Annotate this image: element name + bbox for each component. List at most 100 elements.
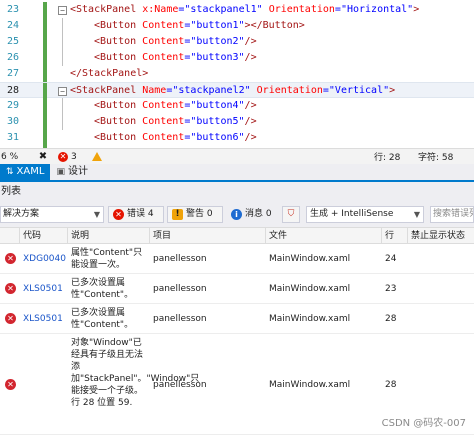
search-placeholder: 搜索错误列 — [433, 209, 474, 219]
row-code[interactable]: XDG0040 — [20, 253, 68, 265]
code-token: <StackPanel — [70, 85, 143, 96]
code-token: ="button5" — [184, 116, 245, 127]
warnings-filter-button[interactable]: ! 警告 0 — [167, 206, 223, 223]
code-token: > — [389, 85, 396, 96]
error-list-panel: 列表 解决方案 ▼ ✕ 错误 4 ! 警告 0 i 消息 0 ⛉ 生成 + In… — [0, 182, 474, 435]
table-row[interactable]: ✕ XDG0040 属性"Content"只能设置一次。 panellesson Mai… — [0, 244, 474, 274]
code-token: /> — [244, 36, 257, 47]
code-token: Content — [142, 36, 185, 47]
messages-filter-button[interactable]: i 消息 0 — [226, 206, 276, 223]
row-code[interactable]: XLS0501 — [20, 283, 68, 295]
row-line: 23 — [385, 284, 397, 294]
header-description[interactable]: 说明 — [68, 228, 150, 243]
code-text: <Button Content="button1"></Button> — [94, 18, 305, 34]
row-project: panellesson — [153, 314, 207, 324]
row-project: panellesson — [153, 254, 207, 264]
table-row[interactable]: ✕ XLS0501 已多次设置属性"Content"。 panellesson Main… — [0, 304, 474, 334]
code-text: <StackPanel Name="stackpanel2" Orientati… — [70, 83, 395, 99]
errors-filter-button[interactable]: ✕ 错误 4 — [108, 206, 164, 223]
zoom-level[interactable]: 6 % — [0, 152, 28, 162]
code-token: /> — [244, 52, 257, 63]
error-nav-icon[interactable]: ✖ — [28, 151, 58, 162]
scope-dropdown[interactable]: 解决方案 ▼ — [0, 206, 104, 223]
build-source-dropdown[interactable]: 生成 + IntelliSense ▼ — [306, 206, 424, 223]
header-file[interactable]: 文件 — [266, 228, 382, 243]
code-token: ="Horizontal" — [334, 4, 414, 15]
row-line: 28 — [385, 314, 397, 324]
code-token: ="stackpanel1" — [178, 4, 269, 15]
header-line[interactable]: 行 — [382, 228, 408, 243]
row-description: 已多次设置属性"Content"。 — [71, 278, 134, 300]
error-list-toolbar: 解决方案 ▼ ✕ 错误 4 ! 警告 0 i 消息 0 ⛉ 生成 + Intel… — [0, 202, 474, 228]
code-line[interactable]: 23 − <StackPanel x:Name="stackpanel1" Orie… — [0, 2, 474, 18]
row-code[interactable]: XLS0501 — [20, 313, 68, 325]
code-token: ="button1" — [184, 20, 245, 31]
error-icon: ✕ — [5, 253, 16, 264]
code-text: <Button Content="button4"/> — [94, 98, 257, 114]
editor-status-bar: 6 % ✖ ✕ 3 行: 28 字符: 58 — [0, 148, 474, 164]
change-marker — [43, 18, 47, 34]
code-line[interactable]: 26 <Button Content="button3"/> — [0, 50, 474, 66]
row-file: MainWindow.xaml — [269, 284, 351, 294]
change-marker — [43, 2, 47, 18]
error-icon: ✕ — [58, 151, 68, 162]
code-token: ="stackpanel2" — [166, 85, 257, 96]
code-token: Orientation — [268, 4, 335, 15]
info-icon: i — [231, 209, 242, 220]
code-text: <Button Content="button6"/> — [94, 130, 257, 146]
code-token: <Button — [94, 52, 143, 63]
error-icon: ✕ — [5, 379, 16, 390]
swap-icon: ⇅ — [6, 167, 14, 177]
code-line[interactable]: 25 <Button Content="button2"/> — [0, 34, 474, 50]
error-count-indicator[interactable]: ✕ 3 — [58, 151, 92, 162]
code-token: Orientation — [256, 85, 323, 96]
collapse-toggle-icon[interactable]: − — [58, 87, 67, 96]
messages-filter-label: 消息 0 — [245, 209, 272, 219]
code-line[interactable]: 31 <Button Content="button6"/> — [0, 130, 474, 146]
line-number: 27 — [6, 68, 19, 79]
code-token: ="button2" — [184, 36, 245, 47]
code-token: <Button — [94, 36, 143, 47]
error-count: 3 — [71, 151, 77, 162]
char-position: 字符: 58 — [418, 153, 454, 163]
header-suppression[interactable]: 禁止显示状态 — [408, 228, 474, 243]
change-marker — [43, 83, 47, 99]
filter-icon: ⛉ — [287, 209, 295, 219]
code-line[interactable]: 27 </StackPanel> — [0, 66, 474, 82]
code-token: Content — [142, 20, 185, 31]
errors-filter-label: 错误 4 — [127, 209, 154, 219]
code-token: ="Vertical" — [322, 85, 390, 96]
change-marker — [43, 66, 47, 82]
header-project[interactable]: 项目 — [150, 228, 266, 243]
code-token: > — [413, 4, 420, 15]
tab-xaml[interactable]: ⇅ XAML — [0, 164, 51, 180]
row-description: 对象"Window"已经具有子级且无法添加"StackPanel"。"Windo… — [71, 338, 200, 408]
header-code[interactable]: 代码 — [20, 228, 68, 243]
chevron-down-icon: ▼ — [413, 210, 420, 219]
build-source-value: 生成 + IntelliSense — [310, 209, 394, 219]
code-line[interactable]: 29 <Button Content="button4"/> — [0, 98, 474, 114]
change-marker — [43, 34, 47, 50]
filter-toggle-button[interactable]: ⛉ — [282, 206, 300, 223]
warning-indicator[interactable] — [92, 152, 122, 161]
line-position: 行: 28 — [374, 153, 401, 163]
tab-design[interactable]: ▣ 设计 — [50, 164, 94, 180]
code-line[interactable]: 30 <Button Content="button5"/> — [0, 114, 474, 130]
row-project: panellesson — [153, 380, 207, 390]
warning-icon: ! — [172, 209, 183, 220]
code-line[interactable]: 24 <Button Content="button1"></Button> — [0, 18, 474, 34]
line-number: 25 — [6, 36, 19, 47]
code-token: <StackPanel — [70, 4, 143, 15]
collapse-toggle-icon[interactable]: − — [58, 6, 67, 15]
code-editor[interactable]: 23− <StackPanel x:Name="stackpanel1" Orie… — [0, 0, 474, 148]
search-input[interactable]: 搜索错误列 — [430, 206, 474, 223]
code-text: <Button Content="button3"/> — [94, 50, 257, 66]
change-marker — [43, 130, 47, 146]
table-row[interactable]: ✕ XLS0501 已多次设置属性"Content"。 panellesson Main… — [0, 274, 474, 304]
line-number: 28 — [6, 85, 19, 96]
code-token: ></Button> — [244, 20, 305, 31]
view-tab-strip: ⇅ XAML ▣ 设计 — [0, 164, 474, 182]
error-icon: ✕ — [5, 283, 16, 294]
code-token: ="button6" — [184, 132, 245, 143]
code-line[interactable]: 28 − <StackPanel Name="stackpanel2" Orient… — [0, 82, 474, 99]
